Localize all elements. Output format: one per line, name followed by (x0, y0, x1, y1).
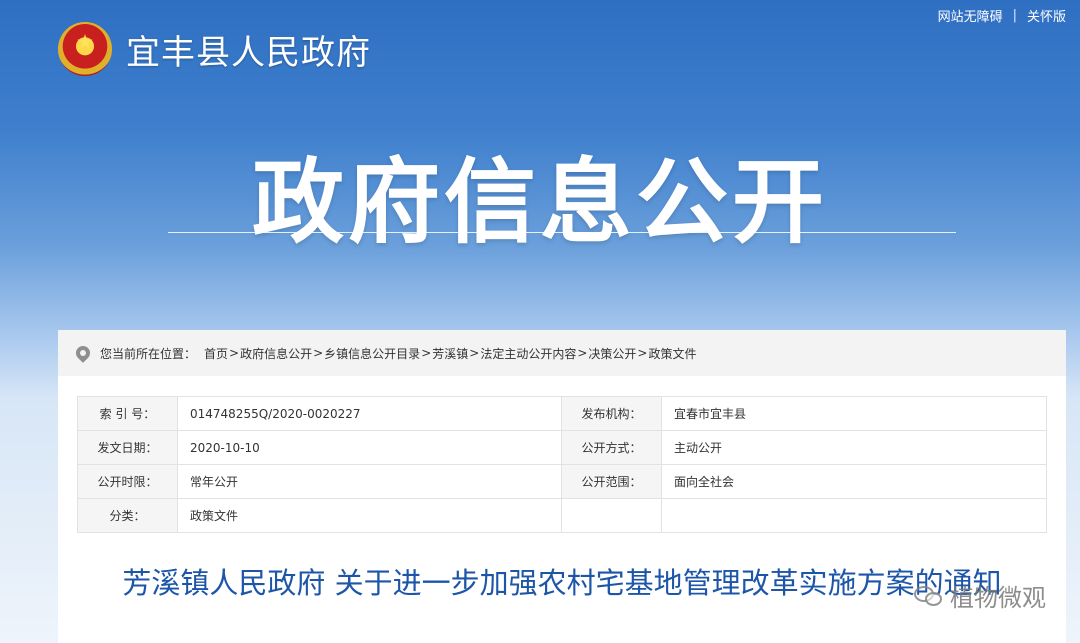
issue-date-label: 发文日期： (77, 430, 178, 465)
breadcrumb-legal-content[interactable]: 法定主动公开内容 (480, 345, 576, 362)
breadcrumb-separator: > (637, 346, 648, 360)
open-scope-label: 公开范围： (561, 464, 662, 499)
breadcrumb-gov-info[interactable]: 政府信息公开 (240, 345, 312, 362)
top-utility-bar: 网站无障碍 | 关怀版 (938, 6, 1066, 25)
table-row: 分类： 政策文件 (77, 498, 1047, 533)
breadcrumb-town-directory[interactable]: 乡镇信息公开目录 (324, 345, 420, 362)
breadcrumb-decision[interactable]: 决策公开 (588, 345, 636, 362)
breadcrumb-separator: > (469, 346, 480, 360)
breadcrumb-separator: > (577, 346, 588, 360)
site-brand[interactable]: 宜丰县人民政府 (58, 22, 371, 76)
accessibility-link[interactable]: 网站无障碍 (938, 6, 1003, 25)
hero-divider (168, 232, 956, 233)
empty-cell (561, 498, 662, 533)
breadcrumb-separator: > (229, 346, 240, 360)
breadcrumb-separator: > (421, 346, 432, 360)
index-no-label: 索 引 号： (77, 396, 178, 431)
wechat-icon (914, 584, 944, 608)
category-label: 分类： (77, 498, 178, 533)
issue-date-value: 2020-10-10 (177, 430, 562, 465)
document-meta-table: 索 引 号： 014748255Q/2020-0020227 发布机构： 宜春市… (77, 396, 1047, 533)
table-row: 索 引 号： 014748255Q/2020-0020227 发布机构： 宜春市… (77, 396, 1047, 431)
index-no-value: 014748255Q/2020-0020227 (177, 396, 562, 431)
site-title: 宜丰县人民政府 (126, 32, 371, 73)
breadcrumb-fangxi[interactable]: 芳溪镇 (432, 345, 468, 362)
empty-cell (661, 498, 1047, 533)
topbar-separator: | (1012, 8, 1017, 23)
breadcrumb: 您当前所在位置： 首页 > 政府信息公开 > 乡镇信息公开目录 > 芳溪镇 > … (58, 330, 1066, 376)
watermark-text: 植物微观 (950, 584, 1046, 612)
open-scope-value: 面向全社会 (661, 464, 1047, 499)
table-row: 公开时限： 常年公开 公开范围： 面向全社会 (77, 464, 1047, 499)
elderly-mode-link[interactable]: 关怀版 (1027, 6, 1066, 25)
open-method-label: 公开方式： (561, 430, 662, 465)
open-period-value: 常年公开 (177, 464, 562, 499)
table-row: 发文日期： 2020-10-10 公开方式： 主动公开 (77, 430, 1047, 465)
hero-title: 政府信息公开 (251, 149, 828, 256)
breadcrumb-separator: > (313, 346, 324, 360)
open-period-label: 公开时限： (77, 464, 178, 499)
national-emblem-icon (58, 22, 112, 76)
breadcrumb-label: 您当前所在位置： (100, 346, 197, 361)
watermark: 植物微观 (914, 578, 1046, 613)
publisher-label: 发布机构： (561, 396, 662, 431)
location-pin-icon (73, 343, 93, 363)
breadcrumb-policy-docs[interactable]: 政策文件 (648, 345, 696, 362)
category-value: 政策文件 (177, 498, 562, 533)
breadcrumb-home[interactable]: 首页 (204, 345, 228, 362)
publisher-value: 宜春市宜丰县 (661, 396, 1047, 431)
open-method-value: 主动公开 (661, 430, 1047, 465)
